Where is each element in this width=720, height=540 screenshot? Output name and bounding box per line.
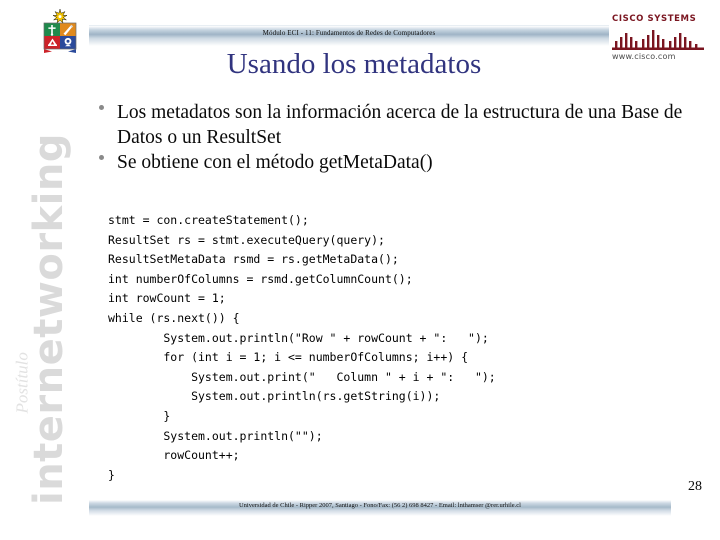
vertical-brand-word: internetworking — [26, 133, 72, 505]
page-title: Usando los metadatos — [226, 48, 482, 80]
cisco-url: www.cisco.com — [612, 52, 676, 61]
header-bar: Módulo ECI - 11: Fundamentos de Redes de… — [89, 25, 609, 46]
footer-text: Universidad de Chile - Ripper 2007, Sant… — [238, 502, 521, 509]
bullet-dot-icon — [99, 105, 104, 110]
code-snippet: stmt = con.createStatement(); ResultSet … — [108, 213, 496, 482]
cisco-bridge-icon — [612, 26, 704, 50]
page-number: 28 — [688, 479, 702, 494]
cisco-wordmark: CISCO SYSTEMS — [612, 14, 697, 24]
bullet-dot-icon — [99, 155, 104, 160]
universidad-de-chile-crest-icon — [41, 8, 79, 56]
list-item: Se obtiene con el método getMetaData() — [92, 150, 702, 175]
left-branding-strip: internetworking Postítulo — [0, 0, 88, 540]
footer-bar: Universidad de Chile - Ripper 2007, Sant… — [89, 500, 671, 516]
list-item: Los metadatos son la información acerca … — [92, 100, 702, 150]
bullet-text: Se obtiene con el método getMetaData() — [117, 152, 433, 173]
vertical-brand-subtitle: Postítulo — [12, 352, 32, 414]
presentation-slide: internetworking Postítulo Módulo ECI - 1… — [0, 0, 720, 540]
course-title: Módulo ECI - 11: Fundamentos de Redes de… — [262, 29, 436, 37]
bullet-list: Los metadatos son la información acerca … — [92, 100, 702, 175]
bullet-text: Los metadatos son la información acerca … — [117, 102, 683, 148]
cisco-logo: CISCO SYSTEMS www.cisco.com — [612, 14, 708, 66]
